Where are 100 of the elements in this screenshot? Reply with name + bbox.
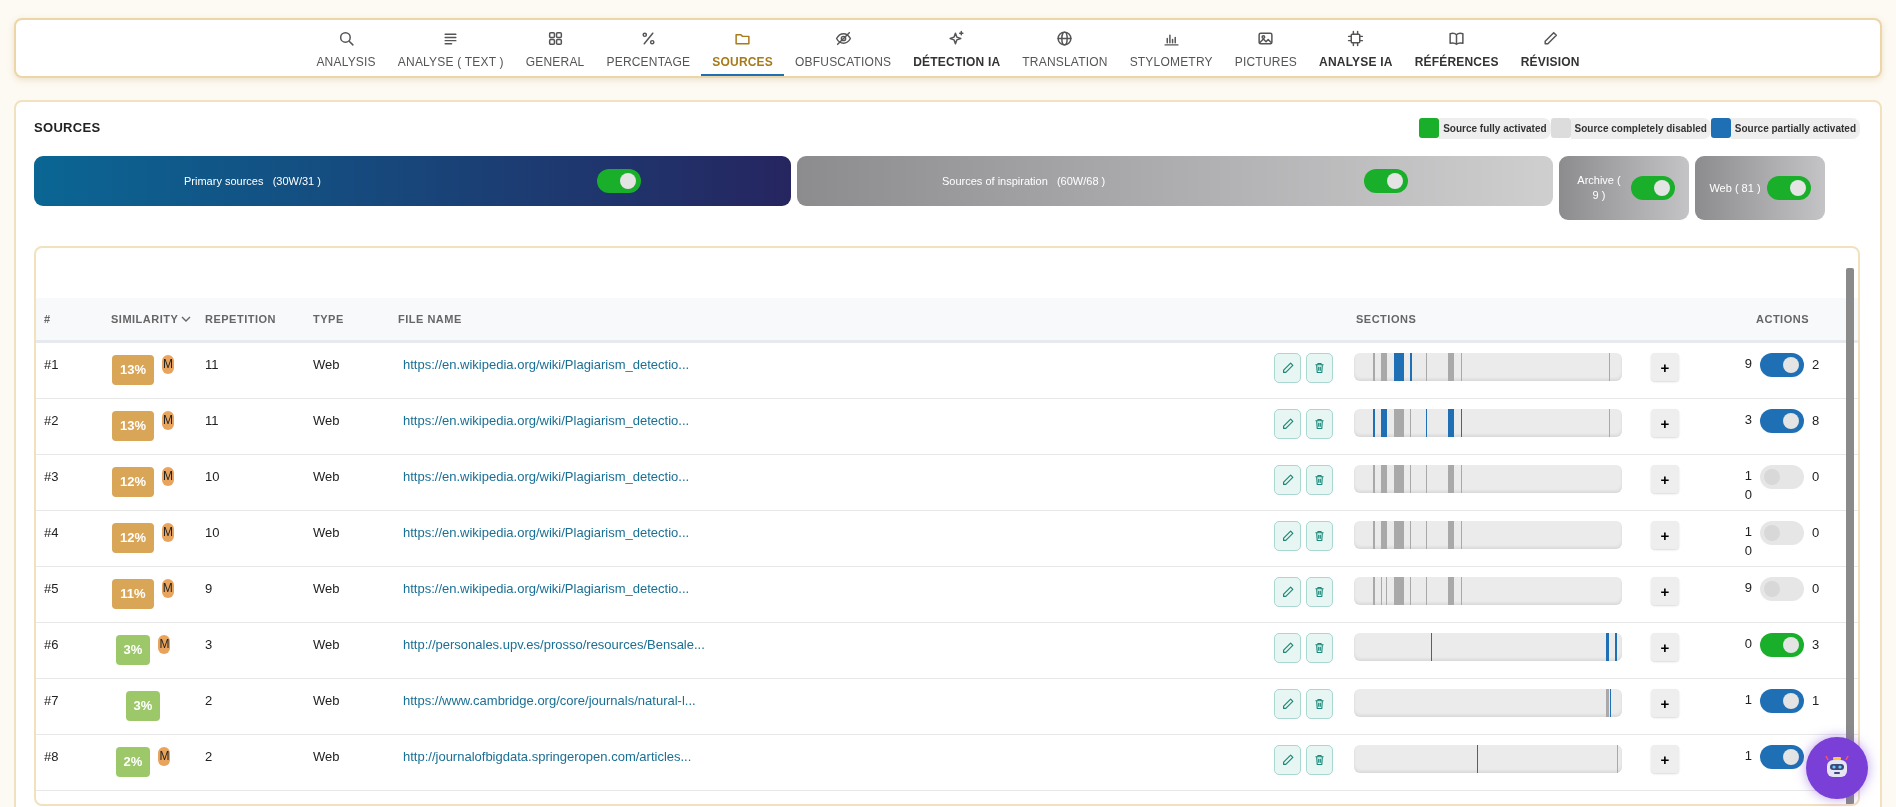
match-flag: M — [162, 355, 174, 374]
source-group-card[interactable]: Primary sources (30W/31 ) — [34, 156, 791, 206]
nav-tab[interactable]: ANALYSIS — [305, 30, 387, 76]
similarity-badge: 13% — [112, 411, 154, 441]
file-link[interactable]: https://en.wikipedia.org/wiki/Plagiarism_detectio... — [403, 413, 690, 428]
delete-button[interactable] — [1306, 521, 1333, 551]
sort-caret-icon[interactable] — [181, 315, 192, 323]
column-header[interactable]: SIMILARITY — [111, 310, 179, 328]
toggle-switch[interactable] — [1760, 745, 1804, 769]
delete-button[interactable] — [1306, 409, 1333, 439]
edit-button[interactable] — [1274, 465, 1301, 495]
delete-button[interactable] — [1306, 465, 1333, 495]
toggle-switch[interactable] — [597, 169, 641, 193]
nav-tab[interactable]: TRANSLATION — [1011, 30, 1119, 76]
add-button[interactable]: + — [1651, 521, 1679, 549]
nav-tab[interactable]: GENERAL — [514, 30, 596, 76]
add-button[interactable]: + — [1651, 633, 1679, 661]
delete-button[interactable] — [1306, 745, 1333, 775]
repetition-count: 3 — [205, 637, 213, 652]
match-flag: M — [162, 411, 174, 430]
source-type: Web — [313, 357, 340, 372]
column-header: ACTIONS — [1755, 311, 1810, 327]
sparkle-icon — [948, 30, 966, 47]
repetition-count: 11 — [205, 357, 219, 372]
add-button[interactable]: + — [1651, 745, 1679, 773]
edit-button[interactable] — [1274, 353, 1301, 383]
toggle-switch[interactable] — [1760, 633, 1804, 657]
scrollbar[interactable] — [1846, 268, 1854, 804]
edit-button[interactable] — [1274, 409, 1301, 439]
file-link[interactable]: https://en.wikipedia.org/wiki/Plagiarism_detectio... — [403, 357, 690, 372]
edit-button[interactable] — [1274, 689, 1301, 719]
pencil-icon — [1280, 529, 1295, 543]
add-button[interactable]: + — [1651, 465, 1679, 493]
book-icon — [1448, 30, 1466, 47]
edit-button[interactable] — [1274, 633, 1301, 663]
toggle-switch[interactable] — [1767, 176, 1811, 200]
add-button[interactable]: + — [1651, 409, 1679, 437]
nav-tab[interactable]: ANALYSE IA — [1308, 30, 1404, 76]
file-link[interactable]: https://en.wikipedia.org/wiki/Plagiarism_detectio... — [403, 525, 690, 540]
nav-tab[interactable]: SOURCES — [701, 30, 785, 76]
column-header: SECTIONS — [1355, 311, 1418, 327]
pencil-icon — [1280, 697, 1295, 711]
nav-tab[interactable]: RÉFÉRENCES — [1403, 30, 1510, 76]
search-icon — [337, 30, 355, 47]
row-number: #1 — [44, 357, 59, 372]
pencil-icon — [1280, 473, 1295, 487]
source-type: Web — [313, 413, 340, 428]
count-right: 1 — [1812, 692, 1820, 710]
repetition-count: 10 — [205, 525, 220, 540]
trash-icon — [1313, 473, 1326, 487]
delete-button[interactable] — [1306, 577, 1333, 607]
edit-button[interactable] — [1274, 521, 1301, 551]
nav-tab[interactable]: PERCENTAGE — [595, 30, 702, 76]
trash-icon — [1313, 753, 1326, 767]
nav-tab[interactable]: OBFUSCATIONS — [784, 30, 903, 76]
pencil-icon — [1280, 361, 1295, 375]
similarity-badge: 11% — [112, 579, 154, 609]
trash-icon — [1313, 585, 1326, 599]
nav-tab[interactable]: ANALYSE ( TEXT ) — [386, 30, 515, 76]
delete-button[interactable] — [1306, 353, 1333, 383]
file-link[interactable]: https://en.wikipedia.org/wiki/Plagiarism_detectio... — [403, 581, 690, 596]
grid-icon — [546, 30, 564, 47]
file-link[interactable]: https://www.cambridge.org/core/journals/natural-l... — [403, 693, 696, 708]
add-button[interactable]: + — [1651, 689, 1679, 717]
pencil-icon — [1280, 753, 1295, 767]
nav-tab[interactable]: DÉTECTION IA — [902, 30, 1012, 76]
pencil-icon — [1280, 417, 1295, 431]
nav-tab[interactable]: PICTURES — [1223, 30, 1309, 76]
file-link[interactable]: http://journalofbigdata.springeropen.com/articles... — [403, 749, 692, 764]
toggle-switch[interactable] — [1760, 409, 1804, 433]
pencil-icon — [1280, 585, 1295, 599]
row-number: #6 — [44, 637, 59, 652]
chip-icon — [1347, 30, 1365, 47]
edit-button[interactable] — [1274, 577, 1301, 607]
similarity-badge: 3% — [115, 635, 151, 665]
similarity-badge: 13% — [112, 355, 154, 385]
toggle-switch[interactable] — [1631, 176, 1675, 200]
count-left: 1 — [1743, 747, 1752, 765]
add-button[interactable]: + — [1651, 577, 1679, 605]
column-header: TYPE — [312, 311, 345, 327]
row-number: #4 — [44, 525, 59, 540]
similarity-badge: 12% — [112, 523, 154, 553]
count-right: 0 — [1812, 468, 1820, 486]
count-left: 10 — [1743, 523, 1752, 560]
delete-button[interactable] — [1306, 689, 1333, 719]
similarity-badge: 2% — [115, 747, 151, 777]
column-header: # — [43, 311, 52, 327]
file-link[interactable]: http://personales.upv.es/prosso/resources/Bensale... — [403, 637, 705, 652]
nav-tab[interactable]: STYLOMETRY — [1118, 30, 1224, 76]
toggle-switch[interactable] — [1760, 353, 1804, 377]
file-link[interactable]: https://en.wikipedia.org/wiki/Plagiarism_detectio... — [403, 469, 690, 484]
source-type: Web — [313, 637, 340, 652]
nav-tab[interactable]: RÉVISION — [1509, 30, 1591, 76]
count-left: 10 — [1743, 467, 1752, 504]
add-button[interactable]: + — [1651, 353, 1679, 381]
toggle-switch[interactable] — [1364, 169, 1408, 193]
edit-button[interactable] — [1274, 745, 1301, 775]
match-flag: M — [161, 579, 174, 598]
toggle-switch[interactable] — [1760, 689, 1804, 713]
delete-button[interactable] — [1306, 633, 1333, 663]
